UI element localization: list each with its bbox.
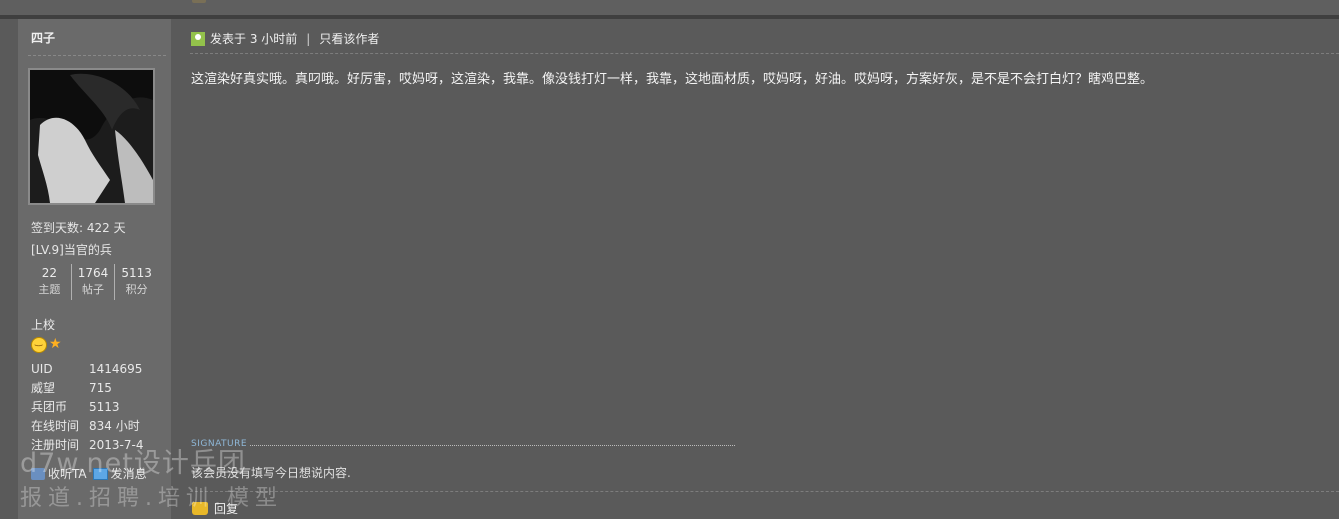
signature-divider bbox=[250, 445, 735, 446]
sidebar-divider bbox=[28, 55, 166, 56]
watermark-tagline: 报道.招聘.培训.模型 bbox=[20, 486, 283, 511]
post-header-divider bbox=[190, 53, 1339, 54]
stat-threads-label: 主题 bbox=[38, 283, 61, 296]
sign-in-days: 签到天数: 422 天 bbox=[31, 221, 126, 235]
user-rank: 上校 bbox=[31, 318, 56, 332]
stat-points-value: 5113 bbox=[121, 266, 152, 280]
avatar[interactable] bbox=[28, 68, 155, 205]
stat-points-label: 积分 bbox=[125, 283, 148, 296]
info-value: 1414695 bbox=[89, 362, 143, 376]
info-key: UID bbox=[31, 362, 53, 376]
previous-post-footer bbox=[0, 0, 1339, 15]
avatar-image bbox=[30, 70, 153, 203]
info-key: 在线时间 bbox=[31, 419, 80, 433]
medals: ★ bbox=[31, 337, 63, 353]
post-divider bbox=[0, 15, 1339, 19]
post-time: 发表于 3 小时前 bbox=[210, 32, 298, 46]
info-value: 715 bbox=[89, 381, 112, 395]
info-value: 5113 bbox=[89, 400, 120, 414]
stat-points[interactable]: 5113 积分 bbox=[114, 264, 158, 300]
info-value: 834 小时 bbox=[89, 419, 140, 433]
view-author-only-link[interactable]: 只看该作者 bbox=[319, 30, 379, 47]
info-row-online-time: 在线时间 834 小时 bbox=[31, 417, 143, 436]
user-stats: 22 主题 1764 帖子 5113 积分 bbox=[28, 264, 158, 300]
info-row-uid: UID 1414695 bbox=[31, 360, 143, 379]
info-row-prestige: 威望 715 bbox=[31, 379, 143, 398]
author-name[interactable]: 四子 bbox=[31, 29, 55, 46]
header-divider: | bbox=[306, 31, 311, 46]
post-footer-divider bbox=[190, 491, 1339, 492]
stat-posts[interactable]: 1764 帖子 bbox=[70, 264, 115, 300]
post-header: 发表于 3 小时前 | 只看该作者 bbox=[191, 30, 379, 47]
info-key: 兵团币 bbox=[31, 400, 68, 414]
reply-icon bbox=[192, 0, 206, 3]
smiley-medal-icon bbox=[31, 337, 47, 353]
post-content: 这渲染好真实哦。真叼哦。好厉害，哎妈呀，这渲染，我靠。像没钱打灯一样，我靠，这地… bbox=[191, 72, 1154, 87]
user-online-icon bbox=[191, 31, 205, 46]
info-row-coins: 兵团币 5113 bbox=[31, 398, 143, 417]
stat-threads-value: 22 bbox=[41, 266, 57, 280]
star-medal-icon: ★ bbox=[49, 336, 62, 352]
stat-threads[interactable]: 22 主题 bbox=[28, 264, 71, 300]
stat-posts-label: 帖子 bbox=[82, 283, 104, 296]
stat-posts-value: 1764 bbox=[77, 266, 109, 280]
user-level[interactable]: [LV.9]当官的兵 bbox=[31, 241, 112, 258]
info-key: 威望 bbox=[31, 381, 56, 395]
watermark-site: d7w.net设计兵团 bbox=[20, 448, 246, 479]
